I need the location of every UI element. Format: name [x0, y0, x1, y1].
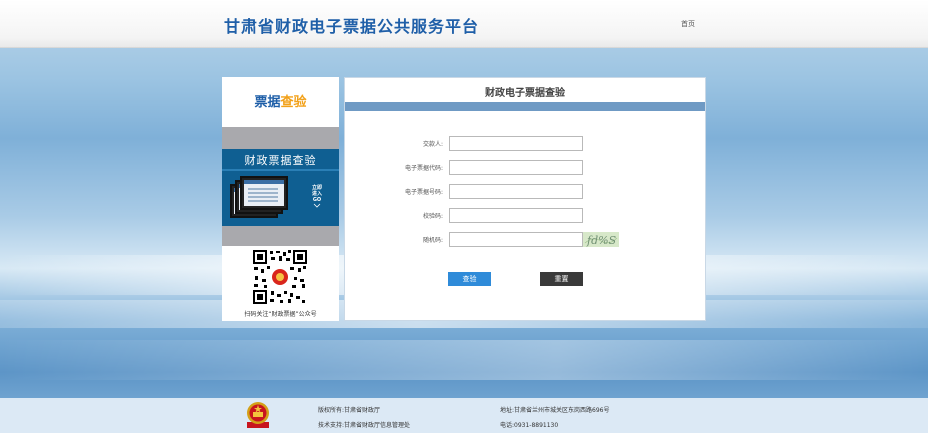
qr-code-icon — [252, 249, 308, 305]
sidebar-divider — [222, 226, 339, 246]
sidebar: 票据查验 财政票据查验 立即 进入 GO 扫码关注“财政票据”公众号 — [222, 77, 339, 321]
banner-strip — [222, 169, 339, 171]
page-header: 甘肃省财政电子票据公共服务平台 首页 — [0, 0, 928, 48]
payer-input[interactable] — [449, 136, 583, 151]
home-link[interactable]: 首页 — [681, 19, 695, 29]
invoice-code-label: 电子票据代码: — [404, 165, 443, 172]
panel-title-bar — [345, 102, 705, 111]
sidebar-title-part1: 票据 — [254, 95, 281, 110]
background-decoration — [0, 340, 928, 380]
screens-illustration-icon — [230, 176, 288, 222]
banner-text: 财政票据查验 — [244, 154, 317, 167]
sidebar-title-part2: 查验 — [280, 95, 307, 110]
payer-label: 交款人: — [422, 141, 443, 148]
check-code-row: 校验码: — [345, 208, 705, 224]
query-button[interactable]: 查验 — [448, 272, 491, 286]
verify-banner[interactable]: 财政票据查验 立即 进入 GO — [222, 149, 339, 226]
verify-panel: 财政电子票据查验 交款人: 电子票据代码: 电子票据号码: 校验码: 随机码: … — [344, 77, 706, 321]
payer-row: 交款人: — [345, 136, 705, 152]
panel-title: 财政电子票据查验 — [485, 88, 565, 99]
footer-address: 地址:甘肃省兰州市城关区东岗西路696号 — [500, 407, 610, 414]
qr-caption: 扫码关注“财政票据”公众号 — [244, 311, 317, 318]
site-title: 甘肃省财政电子票据公共服务平台 — [224, 17, 480, 36]
check-code-input[interactable] — [449, 208, 583, 223]
enter-go-badge[interactable]: 立即 进入 GO — [306, 185, 328, 210]
random-code-input[interactable] — [449, 232, 583, 247]
captcha-text: fd%S — [586, 234, 617, 247]
sidebar-divider — [222, 127, 339, 149]
chevron-down-icon — [313, 203, 321, 208]
invoice-number-row: 电子票据号码: — [345, 184, 705, 200]
page-footer: 版权所有:甘肃省财政厅 技术支持:甘肃省财政厅信息管理处 地址:甘肃省兰州市城关… — [0, 398, 928, 433]
sidebar-title: 票据查验 — [222, 77, 339, 127]
check-code-label: 校验码: — [422, 213, 443, 220]
reset-button[interactable]: 重置 — [540, 272, 583, 286]
national-emblem-icon — [245, 400, 271, 430]
footer-phone: 电话:0931-8891130 — [500, 422, 559, 429]
invoice-number-input[interactable] — [449, 184, 583, 199]
random-code-label: 随机码: — [422, 237, 443, 244]
invoice-code-row: 电子票据代码: — [345, 160, 705, 176]
invoice-code-input[interactable] — [449, 160, 583, 175]
footer-tech-support: 技术支持:甘肃省财政厅信息管理处 — [318, 422, 411, 429]
random-code-row: 随机码: fd%S — [345, 232, 705, 248]
captcha-image[interactable]: fd%S — [583, 232, 619, 247]
invoice-number-label: 电子票据号码: — [404, 189, 443, 196]
footer-copyright: 版权所有:甘肃省财政厅 — [318, 407, 381, 414]
